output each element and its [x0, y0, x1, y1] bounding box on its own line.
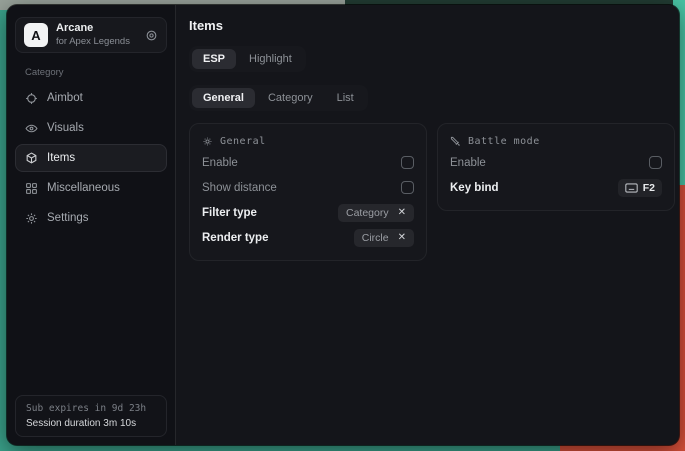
sidebar: A Arcane for Apex Legends Category [7, 5, 176, 445]
brand-logo: A [24, 23, 48, 47]
battle-mode-panel-title: Battle mode [468, 136, 540, 147]
sub-expires-text: Sub expires in 9d 23h [26, 403, 156, 414]
setting-row-show-distance: Show distance [202, 175, 414, 200]
brand-subtitle: for Apex Legends [56, 36, 130, 47]
page-title: Items [189, 18, 675, 33]
subscription-info-card: Sub expires in 9d 23h Session duration 3… [15, 395, 167, 437]
setting-label: Show distance [202, 182, 277, 194]
battle-mode-panel-header: Battle mode [450, 132, 662, 150]
sidebar-item-aimbot[interactable]: Aimbot [15, 84, 167, 112]
render-type-select[interactable]: Circle ✕ [354, 229, 414, 247]
close-icon[interactable]: ✕ [398, 208, 406, 218]
general-panel: General Enable Show distance Filter type… [189, 123, 427, 261]
general-panel-header: General [202, 132, 414, 150]
sidebar-item-label: Miscellaneous [47, 182, 120, 194]
setting-label: Filter type [202, 207, 257, 219]
package-icon [25, 152, 38, 165]
grid-icon [25, 182, 38, 195]
main-content: Items ESP Highlight General Category Lis… [176, 5, 679, 445]
mode-tabbar: ESP Highlight [189, 46, 306, 72]
battle-enable-checkbox[interactable] [649, 156, 662, 169]
key-bind-value: F2 [643, 182, 655, 194]
sun-icon [202, 136, 213, 147]
sidebar-section-label: Category [25, 67, 175, 78]
setting-row-render-type: Render type Circle ✕ [202, 225, 414, 250]
tab-esp[interactable]: ESP [192, 49, 236, 69]
brand-card: A Arcane for Apex Legends [15, 17, 167, 53]
panels-row: General Enable Show distance Filter type… [189, 123, 675, 261]
enable-checkbox[interactable] [401, 156, 414, 169]
gear-icon [25, 212, 38, 225]
general-panel-title: General [220, 136, 266, 147]
sidebar-item-items[interactable]: Items [15, 144, 167, 172]
setting-row-enable: Enable [202, 150, 414, 175]
brand-title: Arcane [56, 22, 130, 35]
setting-label: Enable [202, 157, 238, 169]
show-distance-checkbox[interactable] [401, 181, 414, 194]
sidebar-nav: Aimbot Visuals Items [7, 84, 175, 232]
filter-type-select[interactable]: Category ✕ [338, 204, 414, 222]
setting-row-key-bind: Key bind F2 [450, 175, 662, 200]
render-type-value: Circle [362, 232, 389, 244]
setting-label: Enable [450, 157, 486, 169]
tab-category[interactable]: Category [257, 88, 324, 108]
view-tabbar: General Category List [189, 85, 368, 111]
sidebar-item-label: Aimbot [47, 92, 83, 104]
sidebar-item-label: Items [47, 152, 75, 164]
brand-text: Arcane for Apex Legends [56, 22, 130, 48]
sidebar-item-visuals[interactable]: Visuals [15, 114, 167, 142]
battle-mode-panel: Battle mode Enable Key bind [437, 123, 675, 211]
sidebar-item-label: Visuals [47, 122, 84, 134]
tab-general[interactable]: General [192, 88, 255, 108]
session-duration-text: Session duration 3m 10s [26, 418, 156, 429]
app-window: A Arcane for Apex Legends Category [7, 5, 679, 445]
setting-label: Key bind [450, 182, 499, 194]
setting-label: Render type [202, 232, 268, 244]
filter-type-value: Category [346, 207, 389, 219]
tab-list[interactable]: List [326, 88, 365, 108]
target-icon[interactable] [145, 29, 158, 42]
sword-icon [450, 136, 461, 147]
eye-icon [25, 122, 38, 135]
sidebar-item-settings[interactable]: Settings [15, 204, 167, 232]
crosshair-icon [25, 92, 38, 105]
setting-row-filter-type: Filter type Category ✕ [202, 200, 414, 225]
tab-highlight[interactable]: Highlight [238, 49, 303, 69]
keyboard-icon [625, 183, 638, 193]
close-icon[interactable]: ✕ [398, 233, 406, 243]
sidebar-item-miscellaneous[interactable]: Miscellaneous [15, 174, 167, 202]
key-bind-button[interactable]: F2 [618, 179, 662, 197]
sidebar-item-label: Settings [47, 212, 89, 224]
setting-row-battle-enable: Enable [450, 150, 662, 175]
